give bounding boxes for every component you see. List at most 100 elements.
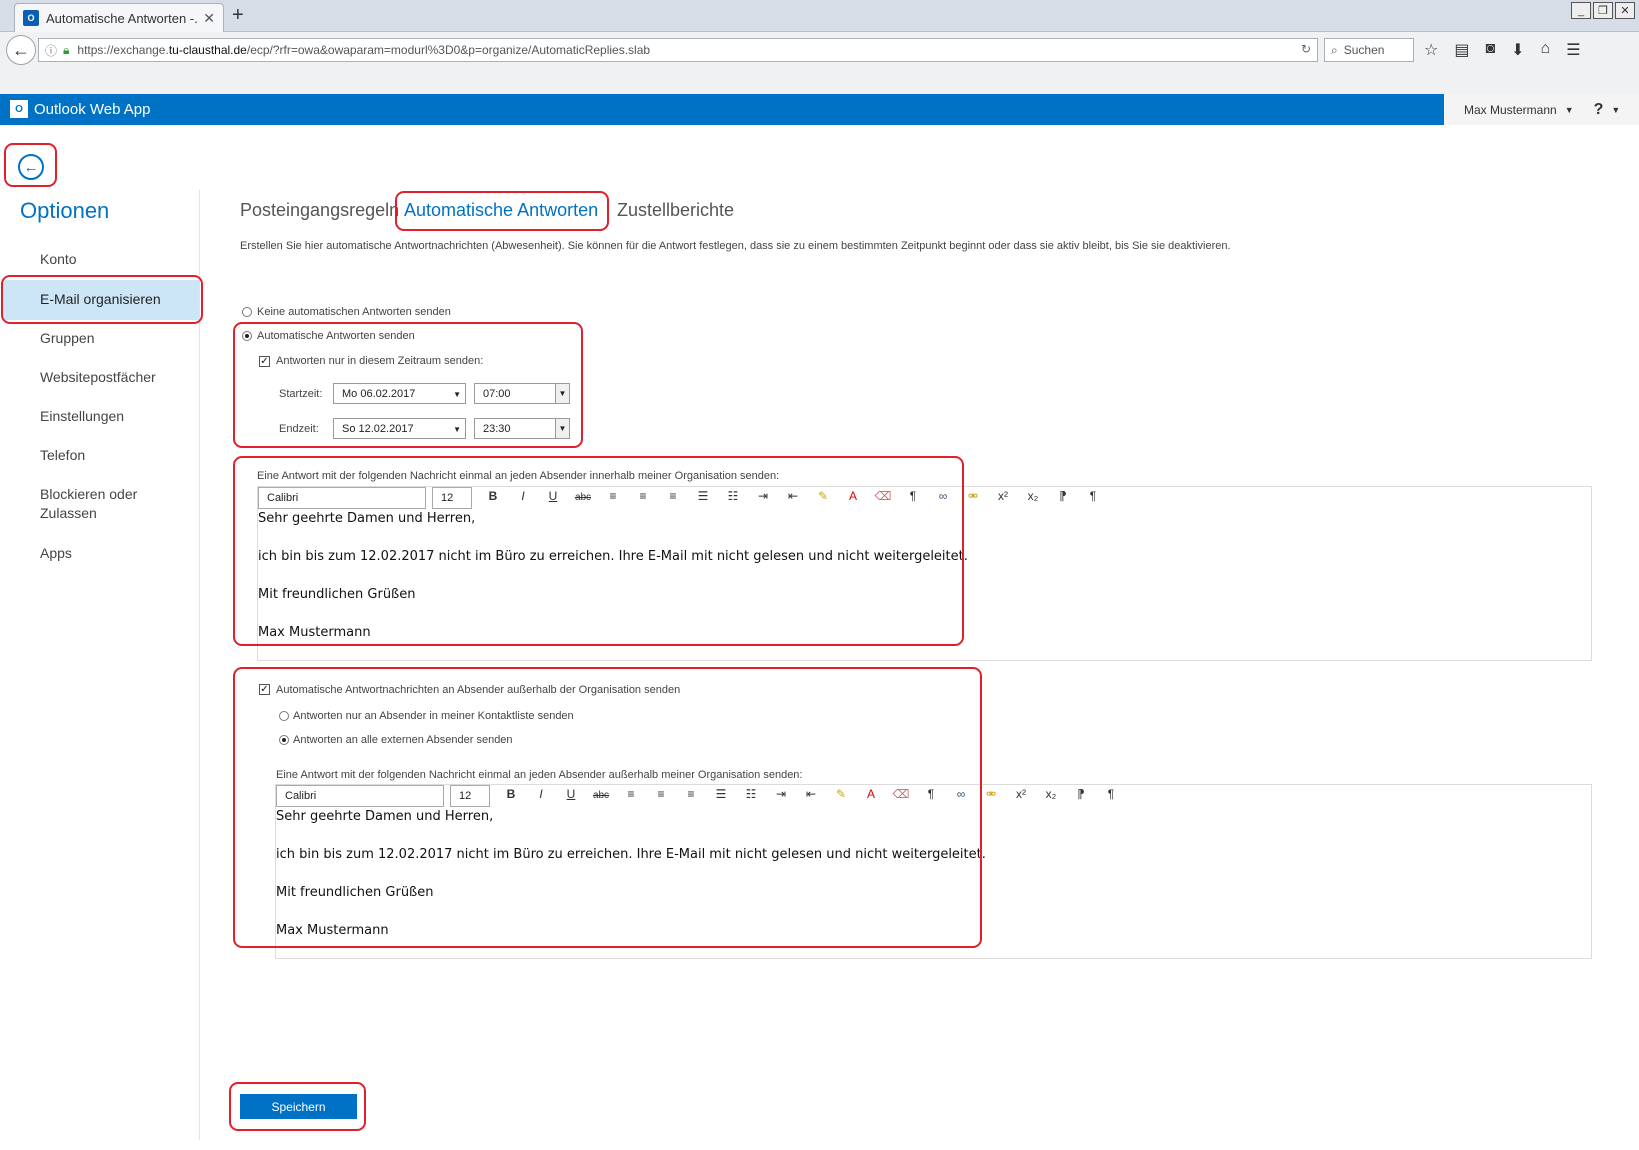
align-center-icon[interactable]: ≡	[646, 787, 676, 801]
restore-icon[interactable]: ❐	[1593, 2, 1613, 19]
browser-tab[interactable]: O Automatische Antworten -... ✕	[14, 3, 224, 32]
align-right-icon[interactable]: ≡	[676, 787, 706, 801]
tab-automatische-antworten[interactable]: Automatische Antworten	[404, 200, 598, 221]
user-menu[interactable]: Max Mustermann ▼ ? ▼	[1444, 94, 1639, 125]
bold-icon[interactable]: B	[478, 489, 508, 503]
strikethrough-icon[interactable]: abc	[586, 787, 616, 801]
end-time-select[interactable]: 23:30 ▼	[474, 418, 570, 439]
close-window-icon[interactable]: ✕	[1615, 2, 1635, 19]
subscript-icon[interactable]: x₂	[1036, 787, 1066, 801]
start-time-select[interactable]: 07:00 ▼	[474, 383, 570, 404]
reload-icon[interactable]: ↻	[1301, 42, 1311, 56]
clear-format-icon[interactable]: ⌫	[886, 787, 916, 801]
underline-icon[interactable]: U	[556, 787, 586, 801]
end-date-select[interactable]: So 12.02.2017 ▼	[333, 418, 466, 439]
browser-back-icon[interactable]: ←	[6, 35, 36, 65]
checkbox-time-range[interactable]: ✓	[259, 356, 270, 367]
owa-logo[interactable]: O Outlook Web App	[10, 100, 150, 118]
numbered-list-icon[interactable]: ☷	[736, 787, 766, 801]
lock-icon: 🔒︎	[63, 42, 70, 57]
indent-icon[interactable]: ⇥	[766, 787, 796, 801]
rtl-icon[interactable]: ¶	[1078, 489, 1108, 503]
internal-message-line-3: Mit freundlichen Grüßen	[258, 587, 416, 602]
new-tab-icon[interactable]: +	[232, 4, 244, 27]
indent-icon[interactable]: ⇥	[748, 489, 778, 503]
minimize-icon[interactable]: _	[1571, 2, 1591, 19]
bold-icon[interactable]: B	[496, 787, 526, 801]
superscript-icon[interactable]: x²	[988, 489, 1018, 503]
remove-link-icon[interactable]: ⚮	[958, 489, 988, 503]
outdent-icon[interactable]: ⇤	[796, 787, 826, 801]
align-right-icon[interactable]: ≡	[658, 489, 688, 503]
clear-format-icon[interactable]: ⌫	[868, 489, 898, 503]
outdent-icon[interactable]: ⇤	[778, 489, 808, 503]
help-chevron-down-icon[interactable]: ▼	[1611, 105, 1620, 115]
radio-all-external[interactable]	[279, 735, 289, 745]
home-icon[interactable]: ⌂	[1541, 40, 1551, 60]
sidebar-item-websitepostfaecher[interactable]: Websitepostfächer	[40, 368, 156, 387]
menu-icon[interactable]: ☰	[1566, 40, 1580, 60]
paragraph-format-icon[interactable]: ¶	[898, 489, 928, 503]
rtl-icon[interactable]: ¶	[1096, 787, 1126, 801]
start-time-value: 07:00	[483, 387, 511, 400]
italic-icon[interactable]: I	[508, 489, 538, 503]
checkbox-external-replies[interactable]: ✓	[259, 684, 270, 695]
url-bar[interactable]: ⓘ 🔒︎ https://exchange. tu-clausthal.de/ec…	[38, 38, 1318, 62]
url-host: tu-clausthal.de	[168, 43, 247, 57]
download-icon[interactable]: ⬇	[1511, 40, 1524, 60]
url-path: /ecp/?rfr=owa&owaparam=modurl%3D0&p=orga…	[246, 43, 651, 57]
ltr-icon[interactable]: ⁋	[1048, 489, 1078, 503]
strikethrough-icon[interactable]: abc	[568, 489, 598, 503]
external-message-line-3: Mit freundlichen Grüßen	[276, 885, 434, 900]
italic-icon[interactable]: I	[526, 787, 556, 801]
end-date-value: So 12.02.2017	[342, 422, 414, 435]
ltr-icon[interactable]: ⁋	[1066, 787, 1096, 801]
start-date-select[interactable]: Mo 06.02.2017 ▼	[333, 383, 466, 404]
bullet-list-icon[interactable]: ☰	[688, 489, 718, 503]
sidebar-item-einstellungen[interactable]: Einstellungen	[40, 407, 124, 426]
save-button[interactable]: Speichern	[240, 1094, 357, 1119]
paragraph-format-icon[interactable]: ¶	[916, 787, 946, 801]
underline-icon[interactable]: U	[538, 489, 568, 503]
insert-link-icon[interactable]: ∞	[946, 787, 976, 801]
bookmark-star-icon[interactable]: ☆	[1424, 40, 1438, 60]
subscript-icon[interactable]: x₂	[1018, 489, 1048, 503]
highlight-icon[interactable]: ✎	[826, 787, 856, 801]
browser-tab-bar: O Automatische Antworten -... ✕ + _ ❐ ✕	[0, 0, 1639, 32]
internal-message-line-4: Max Mustermann	[258, 625, 371, 640]
align-left-icon[interactable]: ≡	[598, 489, 628, 503]
tab-posteingangsregeln[interactable]: Posteingangsregeln	[240, 200, 399, 221]
tab-zustellberichte[interactable]: Zustellberichte	[617, 200, 734, 221]
sidebar-title: Optionen	[20, 198, 110, 223]
sidebar-item-konto[interactable]: Konto	[40, 250, 77, 269]
numbered-list-icon[interactable]: ☷	[718, 489, 748, 503]
close-tab-icon[interactable]: ✕	[203, 10, 215, 27]
help-icon[interactable]: ?	[1594, 101, 1604, 119]
start-date-value: Mo 06.02.2017	[342, 387, 416, 400]
browser-search-input[interactable]: ⌕ Suchen	[1324, 38, 1414, 62]
font-color-icon[interactable]: A	[856, 787, 886, 801]
align-center-icon[interactable]: ≡	[628, 489, 658, 503]
sidebar-divider	[199, 190, 200, 1140]
sidebar-item-telefon[interactable]: Telefon	[40, 446, 85, 465]
highlight-icon[interactable]: ✎	[808, 489, 838, 503]
reading-list-icon[interactable]: ▤	[1454, 40, 1469, 60]
remove-link-icon[interactable]: ⚮	[976, 787, 1006, 801]
sidebar-item-blockieren[interactable]: Blockieren oder	[40, 485, 137, 504]
pocket-icon[interactable]: ◙	[1485, 40, 1495, 60]
sidebar-item-zulassen[interactable]: Zulassen	[40, 504, 97, 523]
insert-link-icon[interactable]: ∞	[928, 489, 958, 503]
font-color-icon[interactable]: A	[838, 489, 868, 503]
sidebar-item-gruppen[interactable]: Gruppen	[40, 329, 94, 348]
superscript-icon[interactable]: x²	[1006, 787, 1036, 801]
info-icon[interactable]: ⓘ	[45, 42, 57, 59]
sidebar-item-apps[interactable]: Apps	[40, 544, 72, 563]
options-back-icon[interactable]: ←	[18, 154, 44, 180]
radio-contacts-only[interactable]	[279, 711, 289, 721]
radio-no-auto-replies[interactable]	[242, 307, 252, 317]
window-controls: _ ❐ ✕	[1571, 2, 1635, 19]
bullet-list-icon[interactable]: ☰	[706, 787, 736, 801]
align-left-icon[interactable]: ≡	[616, 787, 646, 801]
sidebar-item-email-organisieren[interactable]: E-Mail organisieren	[40, 290, 161, 309]
radio-send-auto-replies[interactable]	[242, 331, 252, 341]
